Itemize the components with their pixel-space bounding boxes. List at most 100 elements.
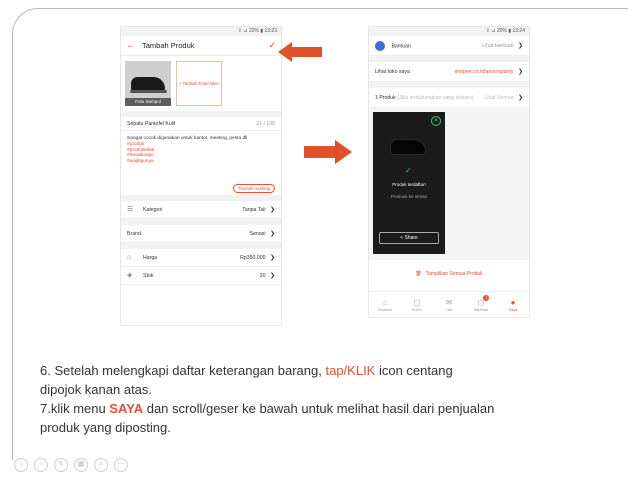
phone-add-product-screen: ⇪ ⊿ 22% ▮ 13:23 ← Tambah Produk ✓ Foto S… bbox=[120, 26, 282, 326]
photo-caption: Foto Sampul bbox=[125, 98, 171, 106]
tab-promo[interactable]: ▢ Promo bbox=[405, 298, 429, 312]
chevron-right-icon: ❯ bbox=[269, 273, 275, 279]
add-hashtag-button[interactable]: Tambah Hashtag bbox=[233, 183, 275, 193]
arrow-head bbox=[335, 140, 352, 164]
help-right: Lihat bantuan ❯ bbox=[482, 42, 523, 49]
help-icon bbox=[375, 40, 385, 51]
page-title: Tambah Produk bbox=[142, 41, 195, 50]
instruction-line-1: 6. Setelah melengkapi daftar keterangan … bbox=[40, 361, 600, 380]
shoe-sole bbox=[130, 90, 167, 93]
tab-live[interactable]: ✉ Live bbox=[437, 298, 461, 312]
tab-label: Promo bbox=[411, 307, 423, 312]
arrow-shaft bbox=[304, 146, 336, 158]
presentation-toolbar: ‹ › ✎ ▦ ⌕ ⋯ bbox=[14, 458, 128, 472]
slides-icon[interactable]: ▦ bbox=[74, 458, 88, 472]
tab-label: Beranda bbox=[378, 307, 392, 312]
instruction-text-part: icon centang bbox=[375, 363, 453, 378]
arrow-head bbox=[278, 42, 292, 62]
product-photo[interactable]: Foto Sampul bbox=[125, 61, 171, 106]
price-row[interactable]: ⌂ Harga Rp350.000 ❯ bbox=[121, 249, 281, 267]
instruction-text: 6. Setelah melengkapi daftar keterangan … bbox=[40, 361, 600, 437]
more-icon[interactable]: ⋯ bbox=[114, 458, 128, 472]
brand-row[interactable]: Brand Senasi ❯ bbox=[121, 225, 281, 243]
price-left: ⌂ Harga bbox=[127, 254, 158, 261]
photo-row: Foto Sampul + Tambah Foto/Video bbox=[121, 56, 281, 111]
home-icon: ⌂ bbox=[382, 297, 388, 307]
success-popup: ✕ ✓ Produk terdaftar! Promosi ke teman <… bbox=[373, 112, 445, 254]
tab-label: Live bbox=[445, 307, 453, 312]
status-bar: ⇪ ⊿ 20% ▮ 13:24 bbox=[369, 27, 529, 36]
brand-value: Senasi bbox=[249, 231, 266, 237]
category-left: ☰ Kategori bbox=[127, 205, 163, 213]
instruction-text-part: dan scroll/geser ke bawah untuk melihat … bbox=[143, 401, 495, 416]
tab-label: Saya bbox=[508, 307, 518, 312]
instruction-line-3: 7.klik menu SAYA dan scroll/geser ke baw… bbox=[40, 399, 600, 418]
share-button[interactable]: < Share bbox=[379, 232, 439, 244]
instruction-text-part: 7.klik menu bbox=[40, 401, 110, 416]
highlight-saya: SAYA bbox=[109, 401, 144, 416]
tab-notifications[interactable]: ◻ 1 Notifikasi bbox=[469, 294, 493, 312]
add-photo-button[interactable]: + Tambah Foto/Video bbox=[176, 61, 222, 106]
product-name-field[interactable]: Sepatu Pantofel Kulit 21 / 100 bbox=[121, 117, 281, 131]
shoe-image bbox=[131, 77, 165, 91]
stock-label: Stok bbox=[143, 272, 154, 279]
instruction-line-4: produk yang diposting. bbox=[40, 420, 171, 435]
pen-icon[interactable]: ✎ bbox=[54, 458, 68, 472]
stock-value: 20 bbox=[259, 273, 266, 279]
brand-label: Brand bbox=[127, 230, 141, 237]
chevron-right-icon: ❯ bbox=[517, 43, 523, 49]
category-label: Kategori bbox=[143, 206, 163, 213]
chevron-right-icon: ❯ bbox=[517, 95, 523, 101]
products-row[interactable]: 1 Produk (Jika terhubungkan yang terbaru… bbox=[369, 88, 529, 108]
notification-badge: 1 bbox=[483, 294, 490, 301]
arrow-left-icon bbox=[278, 42, 322, 62]
price-label: Harga bbox=[143, 254, 158, 261]
description-field[interactable]: Sangat cocok digunakan untuk kantor, mee… bbox=[121, 131, 281, 181]
help-link: Lihat bantuan bbox=[482, 43, 514, 49]
view-store-right: shopee.co.id/annimulanty ❯ bbox=[455, 68, 523, 75]
tab-label: Notifikasi bbox=[473, 307, 489, 312]
user-icon: ● bbox=[510, 297, 516, 307]
previous-icon[interactable]: ‹ bbox=[14, 458, 28, 472]
view-store-label: Lihat toko saya bbox=[375, 68, 410, 75]
price-value: Rp350.000 bbox=[240, 255, 266, 261]
trash-icon: 🗑 bbox=[415, 271, 422, 277]
layers-icon: ◈ bbox=[127, 271, 133, 279]
bell-icon: ◻ 1 bbox=[477, 294, 490, 307]
tab-home[interactable]: ⌂ Beranda bbox=[373, 298, 397, 312]
stock-right: 20 ❯ bbox=[260, 272, 275, 279]
show-all-products-button[interactable]: 🗑 Tampilkan Semua Produk bbox=[369, 266, 529, 282]
share-icon: < bbox=[400, 235, 404, 241]
help-row[interactable]: Bantuan Lihat bantuan ❯ bbox=[369, 36, 529, 56]
promo-icon: ▢ bbox=[413, 297, 421, 307]
brand-right: Senasi ❯ bbox=[250, 230, 275, 237]
close-icon[interactable]: ✕ bbox=[431, 116, 441, 126]
products-hint: (Jika terhubungkan yang terbaru) bbox=[397, 94, 474, 101]
bottom-tab-bar: ⌂ Beranda ▢ Promo ✉ Live ◻ 1 Notifikasi ●… bbox=[369, 291, 529, 317]
store-url: shopee.co.id/annimulanty bbox=[454, 69, 514, 75]
chevron-right-icon: ❯ bbox=[269, 207, 275, 213]
checkmark-icon[interactable]: ✓ bbox=[268, 40, 276, 51]
products-count-label: 1 Produk bbox=[375, 94, 396, 101]
arrow-right-icon bbox=[304, 140, 352, 164]
stock-row[interactable]: ◈ Stok 20 ❯ bbox=[121, 267, 281, 285]
category-row[interactable]: ☰ Kategori Tanpa Tali ❯ bbox=[121, 201, 281, 219]
products-right: Lihat Semua ❯ bbox=[484, 94, 523, 101]
product-card-area: ✕ ✓ Produk terdaftar! Promosi ke teman <… bbox=[369, 108, 529, 260]
chevron-right-icon: ❯ bbox=[517, 69, 523, 75]
zoom-icon[interactable]: ⌕ bbox=[94, 458, 108, 472]
help-label: Bantuan bbox=[391, 42, 411, 49]
share-label: Share bbox=[404, 235, 418, 241]
status-bar: ⇪ ⊿ 22% ▮ 13:23 bbox=[121, 27, 281, 36]
tab-saya[interactable]: ● Saya bbox=[501, 298, 525, 312]
chevron-right-icon: ❯ bbox=[269, 255, 275, 261]
back-arrow-icon[interactable]: ← bbox=[126, 40, 136, 51]
show-all-label: Tampilkan Semua Produk bbox=[425, 271, 483, 277]
list-icon: ☰ bbox=[127, 205, 134, 213]
view-store-row[interactable]: Lihat toko saya shopee.co.id/annimulanty… bbox=[369, 62, 529, 82]
success-title: Produk terdaftar! bbox=[392, 182, 426, 187]
instruction-text-part: 6. Setelah melengkapi daftar keterangan … bbox=[40, 363, 326, 378]
next-icon[interactable]: › bbox=[34, 458, 48, 472]
instruction-line-2: dipojok kanan atas. bbox=[40, 382, 153, 397]
hashtag-button-wrap: Tambah Hashtag bbox=[121, 181, 281, 195]
